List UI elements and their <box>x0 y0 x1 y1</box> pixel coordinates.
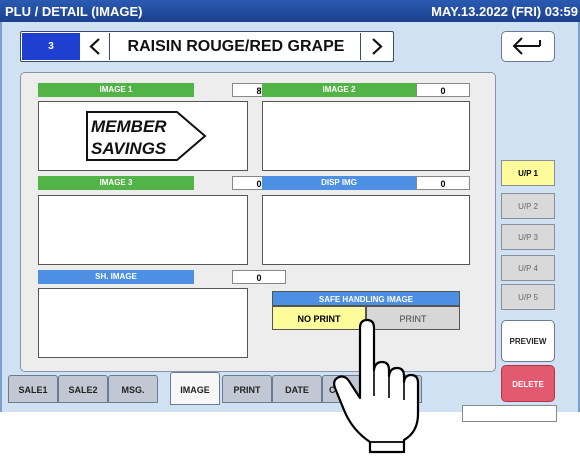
image3-header: IMAGE 3 0 <box>38 176 286 190</box>
image3-label: IMAGE 3 <box>38 176 194 190</box>
up5-button[interactable]: U/P 5 <box>501 284 555 310</box>
sh-image-number[interactable]: 0 <box>232 270 286 284</box>
title-bar: PLU / DETAIL (IMAGE) MAY.13.2022 (FRI) 0… <box>0 0 580 22</box>
image1-header: IMAGE 1 8 <box>38 83 286 97</box>
member-savings-image: MEMBER SAVINGS <box>86 111 207 161</box>
disp-img-header: DISP IMG 0 <box>262 176 470 190</box>
screen-title: PLU / DETAIL (IMAGE) <box>5 4 143 19</box>
tab-print[interactable]: PRINT <box>222 375 272 403</box>
image2-label: IMAGE 2 <box>262 83 416 97</box>
member-text: MEMBER <box>91 117 167 136</box>
status-field <box>462 405 557 422</box>
delete-button[interactable]: DELETE <box>501 365 555 402</box>
up4-button[interactable]: U/P 4 <box>501 255 555 281</box>
pointing-hand-icon <box>333 318 420 454</box>
sh-image-preview[interactable] <box>38 288 248 358</box>
disp-img-label: DISP IMG <box>262 176 416 190</box>
tab-msg[interactable]: MSG. <box>108 375 158 403</box>
savings-text: SAVINGS <box>91 139 167 158</box>
back-button[interactable] <box>501 31 555 62</box>
chevron-right-icon <box>372 38 383 55</box>
tab-sale1[interactable]: SALE1 <box>8 375 58 403</box>
tab-image[interactable]: IMAGE <box>170 372 220 405</box>
datetime: MAY.13.2022 (FRI) 03:59 <box>431 4 578 19</box>
sh-image-header: SH. IMAGE 0 <box>38 270 286 284</box>
chevron-left-icon <box>89 38 100 55</box>
next-plu-button[interactable] <box>360 33 392 60</box>
return-arrow-icon <box>512 37 541 55</box>
up1-button[interactable]: U/P 1 <box>501 160 555 186</box>
prev-plu-button[interactable] <box>80 33 110 60</box>
image3-preview[interactable] <box>38 195 248 265</box>
plu-name: RAISIN ROUGE/RED GRAPE <box>127 38 345 55</box>
tab-date[interactable]: DATE <box>272 375 322 403</box>
up3-button[interactable]: U/P 3 <box>501 224 555 250</box>
tab-sale2[interactable]: SALE2 <box>58 375 108 403</box>
plu-number[interactable]: 3 <box>22 33 80 60</box>
image2-number[interactable]: 0 <box>416 83 470 97</box>
image2-header: IMAGE 2 0 <box>262 83 470 97</box>
safe-handling-title: SAFE HANDLING IMAGE <box>272 291 460 306</box>
image1-label: IMAGE 1 <box>38 83 194 97</box>
up2-button[interactable]: U/P 2 <box>501 193 555 219</box>
preview-button[interactable]: PREVIEW <box>501 320 555 362</box>
sh-image-label: SH. IMAGE <box>38 270 194 284</box>
image1-preview[interactable]: MEMBER SAVINGS <box>38 101 248 171</box>
image2-preview[interactable] <box>262 101 470 171</box>
disp-img-preview[interactable] <box>262 195 470 265</box>
disp-img-number[interactable]: 0 <box>416 176 470 190</box>
